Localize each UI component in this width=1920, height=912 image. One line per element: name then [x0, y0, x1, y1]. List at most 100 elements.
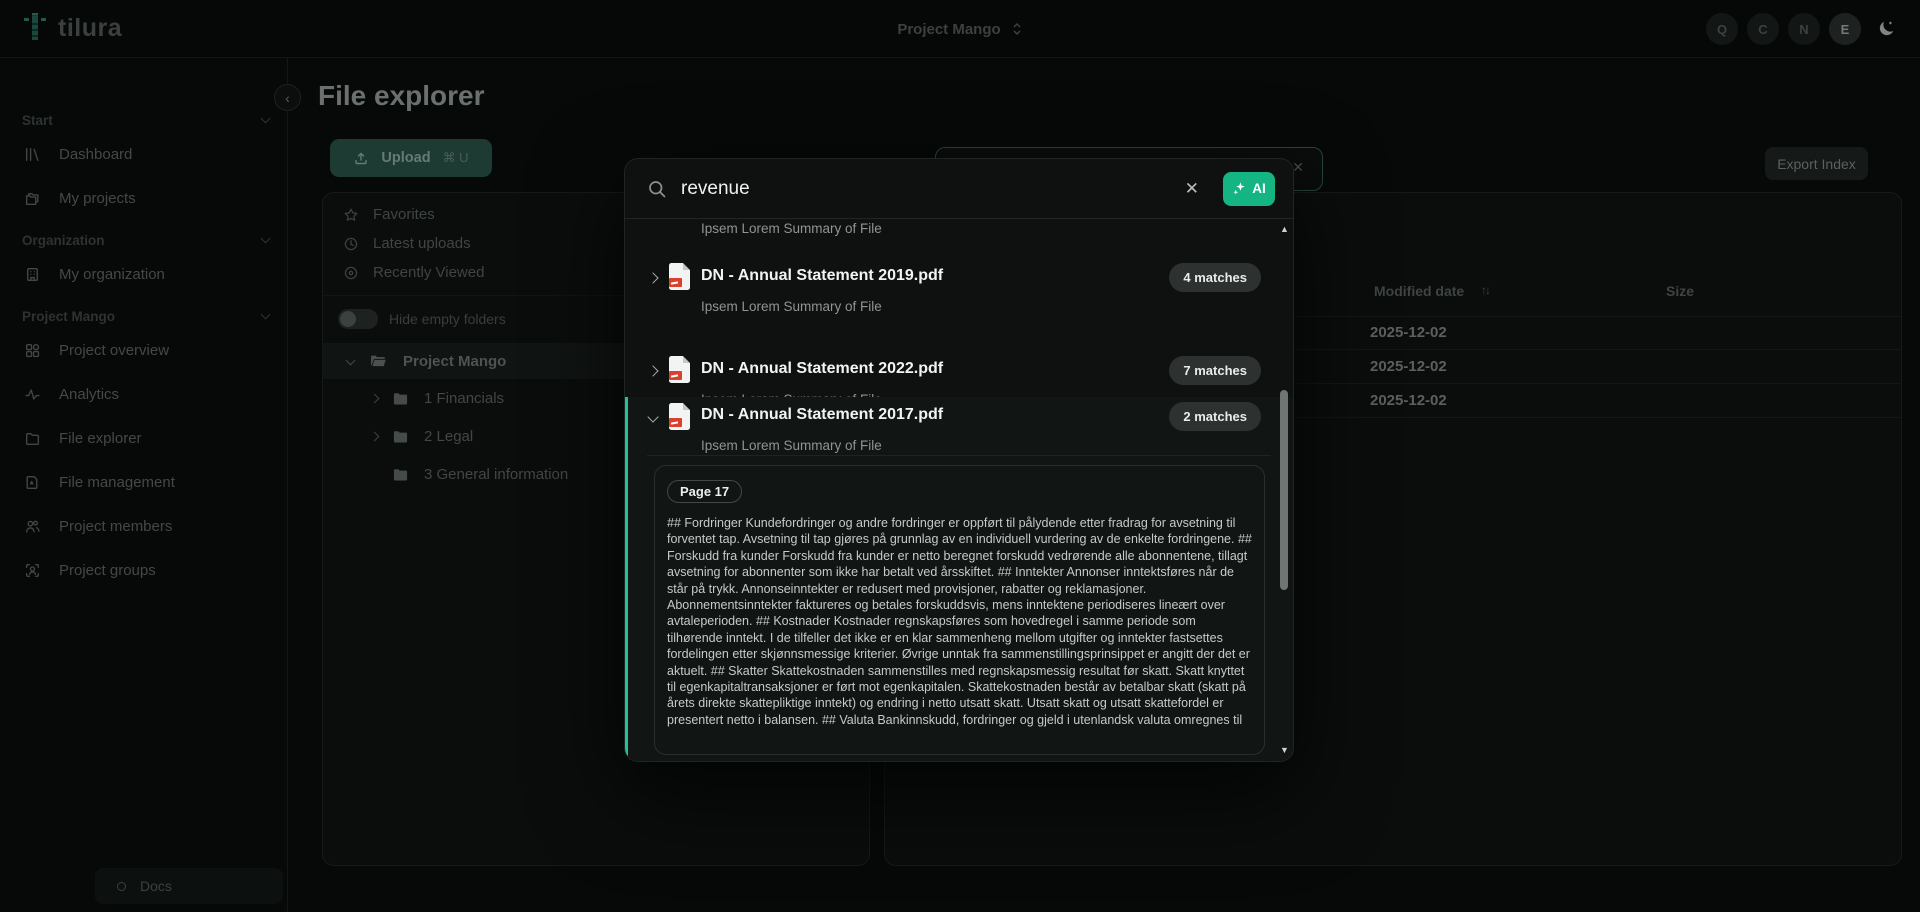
- docs-icon: [117, 882, 126, 891]
- chevron-down-icon: [261, 310, 271, 320]
- toggle-knob: [340, 311, 356, 327]
- star-icon: [343, 207, 359, 223]
- avatar[interactable]: Q: [1706, 13, 1738, 45]
- chevron-right-icon[interactable]: [647, 272, 658, 283]
- sidebar-item-analytics[interactable]: Analytics: [0, 372, 287, 416]
- sidebar-item-project-overview[interactable]: Project overview: [0, 328, 287, 372]
- match-count-badge: 4 matches: [1169, 263, 1261, 292]
- search-icon: [647, 179, 667, 199]
- pdf-file-icon: [669, 263, 690, 290]
- result-title: DN - Annual Statement 2022.pdf: [701, 360, 943, 378]
- grid-icon: [24, 342, 41, 359]
- sidebar-item-label: Project groups: [59, 562, 156, 579]
- pdf-file-icon: [669, 356, 690, 383]
- project-selector[interactable]: Project Mango: [0, 0, 1920, 58]
- tree-root-label: Project Mango: [403, 353, 506, 370]
- tree-item-label: 1 Financials: [424, 390, 504, 407]
- topbar-avatars: Q C N E: [1706, 0, 1896, 58]
- chevron-right-icon[interactable]: [647, 365, 658, 376]
- sort-icon[interactable]: ↑↓: [1481, 283, 1489, 297]
- page-preview-text: ## Fordringer Kundefordringer og andre f…: [667, 515, 1252, 728]
- chevron-right-icon: [370, 393, 380, 403]
- user-group-icon: [24, 562, 41, 579]
- users-icon: [24, 518, 41, 535]
- avatar[interactable]: N: [1788, 13, 1820, 45]
- scrollbar-thumb[interactable]: [1280, 390, 1288, 590]
- sidebar-item-label: File management: [59, 474, 175, 491]
- sidebar-item-label: My organization: [59, 266, 165, 283]
- page-number-pill[interactable]: Page 17: [667, 480, 742, 503]
- result-title: DN - Annual Statement 2017.pdf: [701, 406, 943, 424]
- scroll-down-arrow-icon[interactable]: ▼: [1278, 745, 1291, 755]
- sidebar-item-my-projects[interactable]: My projects: [0, 176, 287, 220]
- search-result-row-expanded[interactable]: DN - Annual Statement 2017.pdf Ipsem Lor…: [625, 397, 1293, 761]
- toggle-label: Hide empty folders: [389, 311, 506, 327]
- sidebar-section-organization[interactable]: Organization: [22, 228, 269, 252]
- folder-icon: [392, 428, 409, 445]
- tree-item-label: 3 General information: [424, 466, 568, 483]
- modal-scrollbar[interactable]: ▲ ▼: [1278, 220, 1291, 759]
- clock-icon: [343, 236, 359, 252]
- section-label: Start: [22, 113, 53, 128]
- page-title: File explorer: [318, 80, 485, 112]
- result-title: DN - Annual Statement 2019.pdf: [701, 267, 943, 285]
- modified-date-cell: 2025-12-02: [1370, 392, 1447, 409]
- sidebar-item-my-organization[interactable]: My organization: [0, 252, 287, 296]
- eye-icon: [343, 265, 359, 281]
- sidebar-collapse-button[interactable]: ‹: [274, 84, 301, 111]
- result-summary: Ipsem Lorem Summary of File: [701, 299, 882, 314]
- sidebar-item-docs[interactable]: Docs: [95, 868, 283, 904]
- sidebar-item-label: File explorer: [59, 430, 142, 447]
- column-header-size[interactable]: Size: [1666, 283, 1694, 299]
- folder-icon: [24, 430, 41, 447]
- sidebar-item-project-members[interactable]: Project members: [0, 504, 287, 548]
- close-icon[interactable]: ✕: [1175, 175, 1209, 203]
- avatar[interactable]: C: [1747, 13, 1779, 45]
- sidebar-item-project-groups[interactable]: Project groups: [0, 548, 287, 592]
- folder-icon: [392, 390, 409, 407]
- ai-button-label: AI: [1252, 181, 1266, 196]
- sidebar-section-start[interactable]: Start: [22, 108, 269, 132]
- folders-icon: [24, 190, 41, 207]
- chevron-right-icon: [370, 431, 380, 441]
- sidebar-item-label: My projects: [59, 190, 136, 207]
- sidebar-item-dashboard[interactable]: Dashboard: [0, 132, 287, 176]
- file-icon: [24, 474, 41, 491]
- sidebar-item-label: Project members: [59, 518, 172, 535]
- upload-label: Upload: [381, 150, 430, 166]
- sidebar-section-project-mango[interactable]: Project Mango: [22, 304, 269, 328]
- chevron-down-icon: [261, 114, 271, 124]
- chevron-down-icon: [261, 234, 271, 244]
- section-label: Organization: [22, 233, 105, 248]
- selection-indicator-bar: [625, 397, 628, 761]
- ai-search-button[interactable]: AI: [1223, 172, 1275, 206]
- sidebar-item-file-management[interactable]: File management: [0, 460, 287, 504]
- match-count-badge: 2 matches: [1169, 402, 1261, 431]
- building-icon: [24, 266, 41, 283]
- chevron-down-icon: [346, 355, 356, 365]
- folder-icon: [392, 466, 409, 483]
- sidebar: Start Dashboard My projects Organization…: [0, 58, 288, 912]
- clear-search-icon[interactable]: ✕: [1292, 159, 1304, 176]
- chevron-down-icon[interactable]: [647, 411, 658, 422]
- scroll-up-arrow-icon[interactable]: ▲: [1278, 224, 1291, 234]
- activity-icon: [24, 386, 41, 403]
- hide-empty-folders-toggle[interactable]: [338, 309, 378, 329]
- clipped-result-summary: Ipsem Lorem Summary of File: [701, 221, 882, 236]
- result-summary: Ipsem Lorem Summary of File: [701, 438, 882, 453]
- modal-search-input[interactable]: [681, 178, 1161, 200]
- project-selector-label: Project Mango: [897, 21, 1000, 38]
- open-folder-icon: [369, 352, 387, 370]
- library-icon: [24, 146, 41, 163]
- column-header-modified-date[interactable]: Modified date: [1374, 283, 1464, 299]
- avatar-current-user[interactable]: E: [1829, 13, 1861, 45]
- match-count-badge: 7 matches: [1169, 356, 1261, 385]
- upload-button[interactable]: Upload ⌘ U: [330, 139, 492, 177]
- divider: [647, 455, 1271, 456]
- pdf-file-icon: [669, 403, 690, 430]
- sparkles-icon: [1232, 181, 1247, 196]
- sidebar-item-file-explorer[interactable]: File explorer: [0, 416, 287, 460]
- dark-mode-toggle[interactable]: [1876, 19, 1896, 39]
- export-index-button[interactable]: Export Index: [1765, 147, 1868, 180]
- page-preview-card[interactable]: Page 17 ## Fordringer Kundefordringer og…: [654, 465, 1265, 755]
